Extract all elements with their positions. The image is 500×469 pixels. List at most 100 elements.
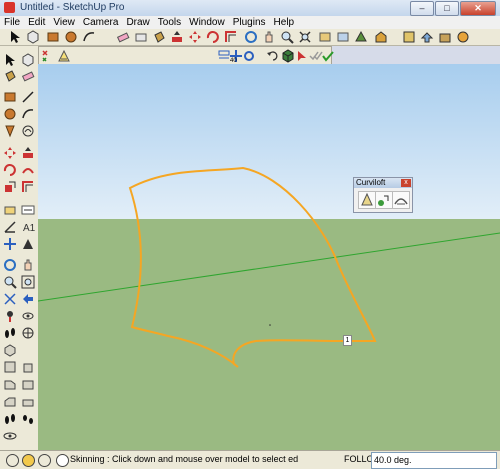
window-controls: ‒ □ ✕ — [409, 1, 496, 16]
move-icon[interactable] — [188, 30, 202, 44]
orbit-icon[interactable] — [244, 30, 258, 44]
pan-icon[interactable] — [262, 30, 276, 44]
push-pull-icon[interactable] — [170, 30, 184, 44]
menu-tools[interactable]: Tools — [154, 17, 185, 28]
tape-measure-tool-icon[interactable] — [3, 203, 17, 217]
next-view-icon[interactable] — [336, 30, 350, 44]
modeling-viewport[interactable]: 1 — [38, 64, 500, 450]
look-around-tool-icon[interactable] — [21, 309, 35, 323]
curviloft-selected-edges[interactable] — [128, 166, 377, 368]
make-component-icon[interactable] — [26, 30, 40, 44]
line-tool-icon[interactable] — [21, 90, 35, 104]
geo-location-icon[interactable] — [6, 454, 19, 467]
right-view-icon[interactable] — [3, 377, 17, 391]
close-button[interactable]: ✕ — [460, 1, 496, 16]
back-view-icon[interactable] — [21, 377, 35, 391]
menu-edit[interactable]: Edit — [24, 17, 49, 28]
zoom-tool-icon[interactable] — [3, 275, 17, 289]
measurements-input[interactable] — [371, 452, 497, 469]
extension-icon[interactable] — [456, 30, 470, 44]
eraser-icon[interactable] — [116, 30, 130, 44]
circle-icon[interactable] — [64, 30, 78, 44]
push-pull-tool-icon[interactable] — [21, 146, 35, 160]
pan-tool-icon[interactable] — [21, 258, 35, 272]
add-location-icon[interactable] — [354, 30, 368, 44]
walk-footprints-icon[interactable] — [3, 412, 17, 426]
rotate-tool-icon[interactable] — [3, 163, 17, 177]
menu-camera[interactable]: Camera — [79, 17, 123, 28]
scale-tool-icon[interactable] — [3, 180, 17, 194]
offset-icon[interactable] — [224, 30, 238, 44]
help-icon[interactable] — [56, 454, 69, 467]
menu-draw[interactable]: Draw — [122, 17, 153, 28]
rectangle-tool-icon[interactable] — [3, 90, 17, 104]
get-models-icon[interactable] — [438, 30, 452, 44]
axes-tool-icon[interactable] — [3, 237, 17, 251]
top-view-icon[interactable] — [3, 360, 17, 374]
text-tool-icon[interactable]: A1 — [21, 220, 35, 234]
minimize-button[interactable]: ‒ — [410, 1, 434, 16]
rotate-icon[interactable] — [206, 30, 220, 44]
polygon-tool-icon[interactable] — [3, 124, 17, 138]
arrow-cursor-icon[interactable] — [295, 49, 309, 63]
section-plane-tool-icon[interactable] — [21, 326, 35, 340]
dimension-tool-icon[interactable] — [21, 203, 35, 217]
check-icon[interactable] — [321, 49, 335, 63]
paint-tool-icon[interactable] — [3, 69, 17, 83]
move-tool-icon[interactable] — [3, 146, 17, 160]
freehand-tool-icon[interactable] — [21, 124, 35, 138]
zoom-icon[interactable] — [280, 30, 294, 44]
paint-bucket-icon[interactable] — [152, 30, 166, 44]
menu-plugins[interactable]: Plugins — [229, 17, 270, 28]
spin-icon[interactable] — [242, 49, 256, 63]
select-tool-icon[interactable] — [3, 53, 17, 67]
select-icon[interactable] — [8, 30, 22, 44]
maximize-button[interactable]: □ — [435, 1, 459, 16]
circle-tool-icon[interactable] — [3, 107, 17, 121]
bottom-view-icon[interactable] — [21, 394, 35, 408]
tape-measure-icon[interactable] — [134, 30, 148, 44]
follow-me-tool-icon[interactable] — [21, 163, 35, 177]
menu-help[interactable]: Help — [270, 17, 299, 28]
previous-tool-icon[interactable] — [21, 292, 35, 306]
menu-view[interactable]: View — [49, 17, 79, 28]
green-axis-line — [38, 232, 500, 302]
orbit-tool-icon[interactable] — [3, 258, 17, 272]
3d-warehouse-icon[interactable] — [374, 30, 388, 44]
component-tool-icon[interactable] — [21, 53, 35, 67]
eraser-tool-icon[interactable] — [21, 69, 35, 83]
arc-icon[interactable] — [82, 30, 96, 44]
arc-tool-icon[interactable] — [21, 107, 35, 121]
position-camera-tool-icon[interactable] — [3, 309, 17, 323]
user-icon[interactable] — [38, 454, 51, 467]
components-icon[interactable] — [402, 30, 416, 44]
zoom-extents-tool-icon[interactable] — [3, 292, 17, 306]
left-toolbar: A1 — [0, 46, 39, 450]
curviloft-close-button[interactable]: x — [401, 179, 411, 187]
center-point — [269, 324, 271, 326]
3d-text-tool-icon[interactable] — [21, 237, 35, 251]
rectangle-icon[interactable] — [46, 30, 60, 44]
credits-icon[interactable] — [22, 454, 35, 467]
walk-tool-icon[interactable] — [3, 326, 17, 340]
look-around-eye-icon[interactable] — [3, 429, 17, 443]
offset-tool-icon[interactable] — [21, 180, 35, 194]
loft-along-path-icon[interactable] — [392, 191, 410, 209]
zoom-extents-icon[interactable] — [298, 30, 312, 44]
menu-window[interactable]: Window — [185, 17, 229, 28]
footprints-icon[interactable] — [21, 412, 35, 426]
loft-by-spline-icon[interactable] — [358, 191, 376, 209]
close-red-x-icon[interactable] — [41, 49, 55, 63]
left-view-icon[interactable] — [3, 394, 17, 408]
share-model-icon[interactable] — [420, 30, 434, 44]
skin-contours-icon[interactable] — [375, 191, 393, 209]
previous-view-icon[interactable] — [318, 30, 332, 44]
cube-icon[interactable] — [281, 49, 295, 63]
zoom-window-tool-icon[interactable] — [21, 275, 35, 289]
protractor-tool-icon[interactable] — [3, 220, 17, 234]
undo-icon[interactable] — [266, 49, 280, 63]
front-view-icon[interactable] — [21, 360, 35, 374]
curviloft-loft-icon[interactable] — [57, 49, 71, 63]
menu-file[interactable]: File — [0, 17, 24, 28]
iso-view-icon[interactable] — [3, 343, 17, 357]
